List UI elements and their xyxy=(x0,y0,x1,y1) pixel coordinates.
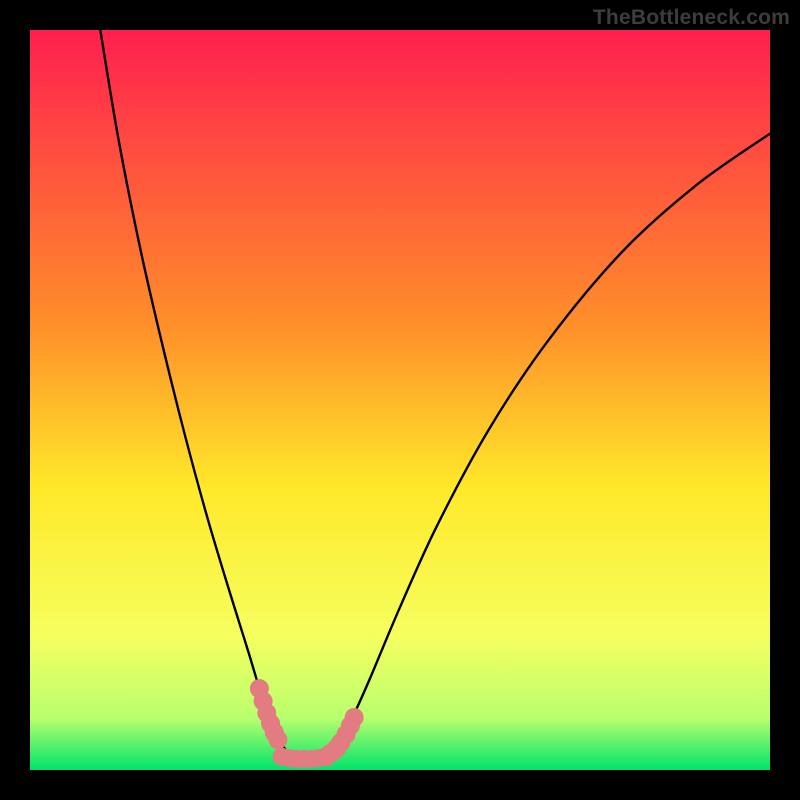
watermark-text: TheBottleneck.com xyxy=(593,6,790,30)
chart-frame: TheBottleneck.com xyxy=(0,0,800,800)
bottleneck-chart xyxy=(30,30,770,770)
plot-area xyxy=(30,30,770,770)
highlight-dot xyxy=(345,708,364,727)
gradient-background xyxy=(30,30,770,770)
highlight-dot xyxy=(268,730,287,749)
